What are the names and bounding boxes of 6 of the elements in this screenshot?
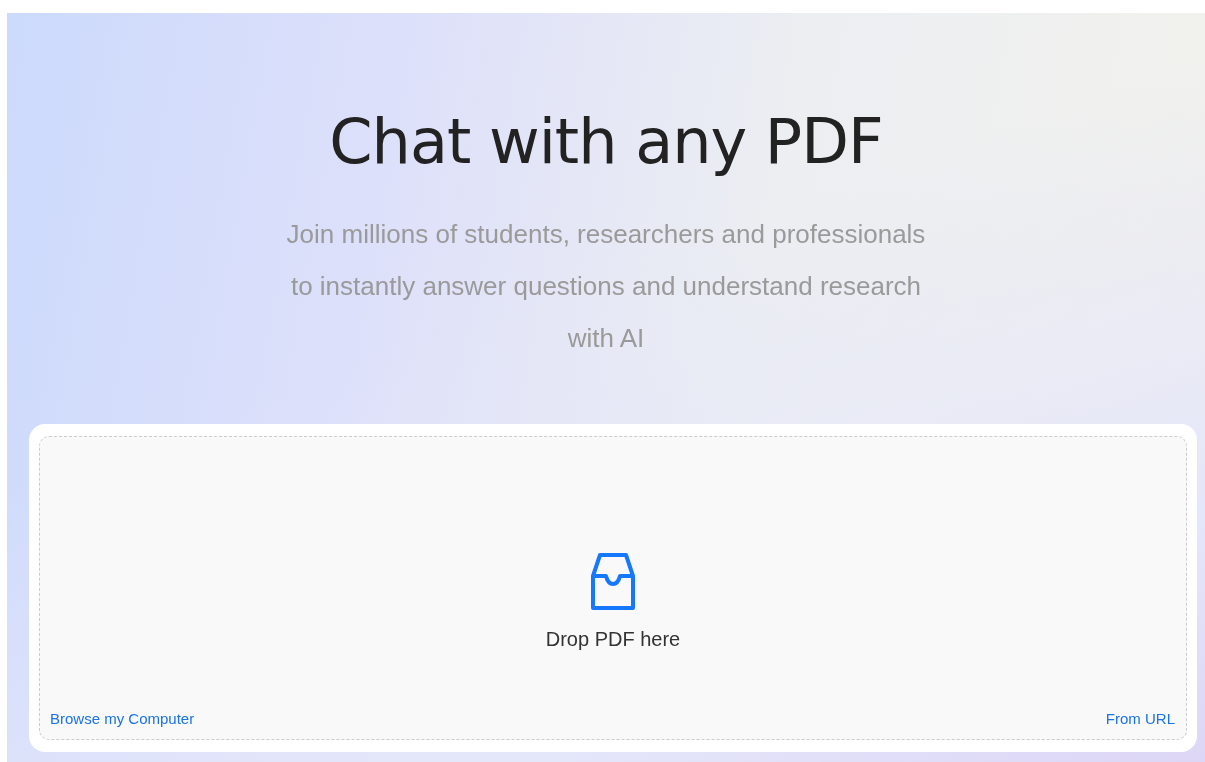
drop-prompt: Drop PDF here: [545, 628, 681, 651]
subtitle: Join millions of students, researchers and professionals to instantly answer questions and understand research with AI: [286, 218, 926, 355]
url-link[interactable]: From URL: [1105, 710, 1175, 727]
page-title: Chat with any PDF: [329, 105, 883, 178]
browse-link[interactable]: Browse my Computer: [50, 710, 195, 727]
drop-zone[interactable]: Drop PDF here Browse my Computer From URL: [39, 436, 1187, 740]
